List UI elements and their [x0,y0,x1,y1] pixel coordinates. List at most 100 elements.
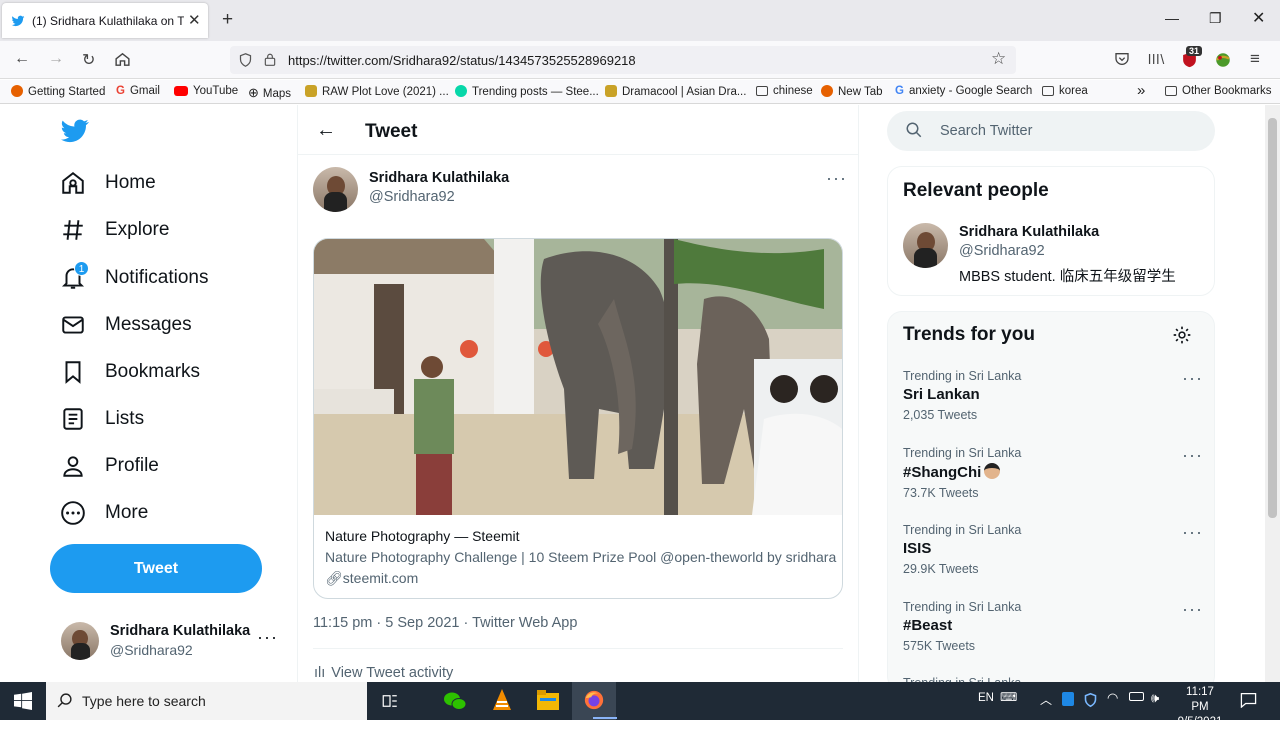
battery-icon[interactable] [1129,692,1144,701]
new-tab-icon[interactable]: + [222,9,233,31]
sidebar-item-more[interactable]: More [60,493,148,533]
firefox-icon [821,85,833,97]
browser-tab[interactable]: (1) Sridhara Kulathilaka on Twitter ✕ [2,3,208,38]
list-icon [63,408,83,430]
notification-center-icon[interactable] [1240,692,1257,708]
lock-icon[interactable] [263,51,277,68]
bookmark-gmail[interactable]: G Gmail [116,85,160,97]
bookmark-folder-korea[interactable]: korea [1042,85,1088,97]
author-avatar[interactable] [313,167,358,212]
trends-title: Trends for you [903,324,1035,345]
folder-icon [1042,86,1054,96]
trend-item[interactable]: Trending in Sri Lanka #Beast 575K Tweets [903,600,1021,653]
menu-icon[interactable]: ≡ [1250,49,1260,69]
shield-icon[interactable] [238,52,253,68]
card-domain: 🔗︎steemit.com [325,570,419,586]
google-icon: G [116,85,125,97]
relevant-people-title: Relevant people [903,180,1049,201]
trend-more-icon[interactable]: ··· [1182,599,1203,620]
view-activity-link[interactable]: ılı View Tweet activity [314,665,453,681]
pocket-icon[interactable] [1114,51,1130,67]
file-explorer-icon[interactable] [537,690,559,710]
chevron-right-icon[interactable]: » [1137,82,1145,99]
search-box[interactable] [887,111,1215,151]
account-name: Sridhara Kulathilaka [110,623,251,639]
bookmark-getting-started[interactable]: Getting Started [11,85,105,98]
relevant-person-name[interactable]: Sridhara Kulathilaka [959,224,1099,240]
search-icon [906,122,922,138]
wechat-icon[interactable] [443,690,467,712]
author-handle[interactable]: @Sridhara92 [369,189,455,205]
clock[interactable]: 11:17 PM 9/5/2021 [1176,685,1224,730]
bookmark-steemit[interactable]: Trending posts — Stee... [455,85,599,98]
library-icon[interactable]: lll\ [1148,51,1165,67]
trend-item[interactable]: Trending in Sri Lanka Sri Lankan 2,035 T… [903,369,1021,422]
other-bookmarks[interactable]: Other Bookmarks [1165,85,1271,97]
keyboard-icon[interactable]: ⌨ [1000,690,1017,704]
folder-icon [1165,86,1177,96]
language-indicator[interactable]: EN [978,692,994,704]
account-avatar[interactable] [61,622,99,660]
sidebar-item-explore[interactable]: Explore [60,210,169,250]
scrollbar-thumb[interactable] [1268,118,1277,518]
close-window-icon[interactable]: ✕ [1252,8,1265,28]
bookmark-new-tab[interactable]: New Tab [821,85,883,98]
bookmark-anxiety[interactable]: Ganxiety - Google Search [895,85,1032,97]
youtube-icon [174,86,188,96]
home-icon [62,172,84,194]
forward-icon[interactable]: → [48,50,64,68]
relevant-person-avatar[interactable] [903,223,948,268]
bookmark-maps[interactable]: ⊕ Maps [248,85,291,101]
restore-icon[interactable]: ❐ [1209,10,1222,27]
tweet-more-icon[interactable]: ··· [826,168,847,189]
gear-icon[interactable] [1172,325,1192,345]
firefox-icon [584,690,604,710]
account-more-icon[interactable]: ··· [257,627,278,648]
sidebar-item-profile[interactable]: Profile [60,446,159,486]
tweet-button[interactable]: Tweet [50,544,262,593]
windows-start-icon[interactable] [14,692,32,710]
back-arrow-icon[interactable]: ← [316,119,336,142]
trend-item[interactable]: Trending in Sri Lanka ISIS 29.9K Tweets [903,523,1021,576]
bookmark-plot-love[interactable]: RAW Plot Love (2021) ... [305,85,449,98]
chevron-up-icon[interactable]: ︿ [1040,691,1052,708]
trend-more-icon[interactable]: ··· [1182,445,1203,466]
sidebar-item-messages[interactable]: Messages [60,305,192,345]
back-icon[interactable]: ← [14,50,30,68]
wifi-icon[interactable]: ◠ [1107,690,1118,706]
star-icon[interactable]: ☆ [991,49,1006,69]
reload-icon[interactable]: ↻ [82,50,95,70]
tweet-meta[interactable]: 11:15 pm · 5 Sep 2021 · Twitter Web App [313,615,577,631]
extension-icon[interactable] [1214,51,1232,69]
person-icon [63,456,83,477]
card-description: Nature Photography Challenge | 10 Steem … [325,549,837,565]
twitter-logo-icon[interactable] [61,119,89,143]
sidebar-item-lists[interactable]: Lists [60,399,144,439]
tab-title: (1) Sridhara Kulathilaka on Twitter [32,14,184,28]
steemit-icon [455,85,467,97]
vlc-icon[interactable] [492,688,512,712]
site-icon [305,85,317,97]
card-image[interactable] [314,239,842,515]
sidebar-item-home[interactable]: Home [60,163,156,203]
author-name[interactable]: Sridhara Kulathilaka [369,170,509,186]
bookmark-youtube[interactable]: YouTube [174,85,238,97]
google-icon: G [895,85,904,97]
security-tray-icon[interactable] [1083,692,1098,708]
trend-more-icon[interactable]: ··· [1182,368,1203,389]
home-browser-icon[interactable] [114,51,131,68]
page-title: Tweet [365,121,418,142]
close-tab-icon[interactable]: ✕ [188,11,201,29]
tray-app-icon[interactable] [1062,692,1074,706]
minimize-icon[interactable]: — [1165,10,1179,26]
divider [313,648,843,649]
elephant-photo [314,239,842,515]
trend-item[interactable]: Trending in Sri Lanka #ShangChi 73.7K Tw… [903,446,1021,500]
volume-icon[interactable]: 🕪︎ [1151,690,1159,706]
bookmark-dramacool[interactable]: Dramacool | Asian Dra... [605,85,746,98]
task-view-icon[interactable] [381,692,399,710]
sidebar-item-bookmarks[interactable]: Bookmarks [60,352,200,392]
bookmark-folder-chinese[interactable]: chinese [756,85,813,97]
trend-more-icon[interactable]: ··· [1182,522,1203,543]
hashtag-icon [63,220,83,240]
